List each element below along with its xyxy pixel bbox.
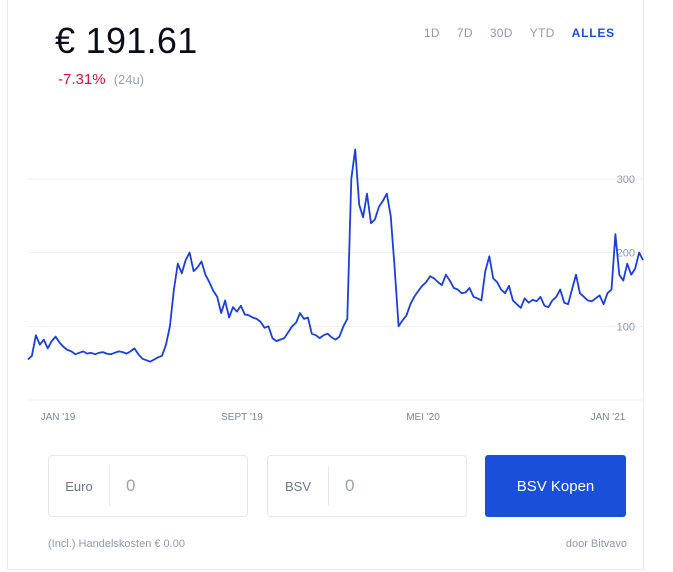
y-tick-label: 300: [617, 174, 635, 186]
price-line-chart: 100 200 300 JAN '19 SEPT '19 MEI '20 JAN '21: [27, 148, 645, 423]
range-ytd[interactable]: YTD: [530, 26, 555, 40]
x-tick-label: SEPT '19: [221, 412, 263, 423]
x-tick-label: JAN '19: [41, 412, 76, 423]
price-series-line: [27, 148, 644, 363]
range-1d[interactable]: 1D: [424, 26, 440, 40]
y-tick-label: 100: [617, 321, 635, 333]
range-all[interactable]: ALLES: [572, 26, 615, 40]
range-30d[interactable]: 30D: [490, 26, 513, 40]
buy-bsv-button[interactable]: BSV Kopen: [485, 455, 626, 517]
bsv-amount-field[interactable]: BSV 0: [267, 455, 467, 517]
x-axis-labels: JAN '19 SEPT '19 MEI '20 JAN '21: [41, 412, 626, 423]
x-tick-label: JAN '21: [591, 412, 626, 423]
x-tick-label: MEI '20: [406, 412, 440, 423]
price-change: -7.31%: [58, 71, 106, 88]
y-tick-label: 200: [617, 248, 635, 260]
chart-grid: [27, 178, 645, 327]
euro-amount-field[interactable]: Euro 0: [48, 455, 248, 517]
change-period: (24u): [113, 72, 145, 87]
trading-fees-note: (Incl.) Handelskosten € 0.00: [48, 538, 185, 550]
time-range-selector: 1D 7D 30D YTD ALLES: [407, 26, 615, 40]
bsv-label: BSV: [284, 478, 311, 494]
current-price: € 191.61: [55, 20, 198, 61]
euro-input[interactable]: 0: [110, 476, 135, 496]
price-change-row: -7.31% (24u): [58, 71, 144, 88]
provider-note: door Bitvavo: [565, 538, 627, 550]
y-axis-labels: 100 200 300: [617, 174, 635, 333]
range-7d[interactable]: 7D: [457, 26, 473, 40]
bsv-input[interactable]: 0: [329, 476, 354, 496]
euro-label: Euro: [65, 478, 93, 494]
